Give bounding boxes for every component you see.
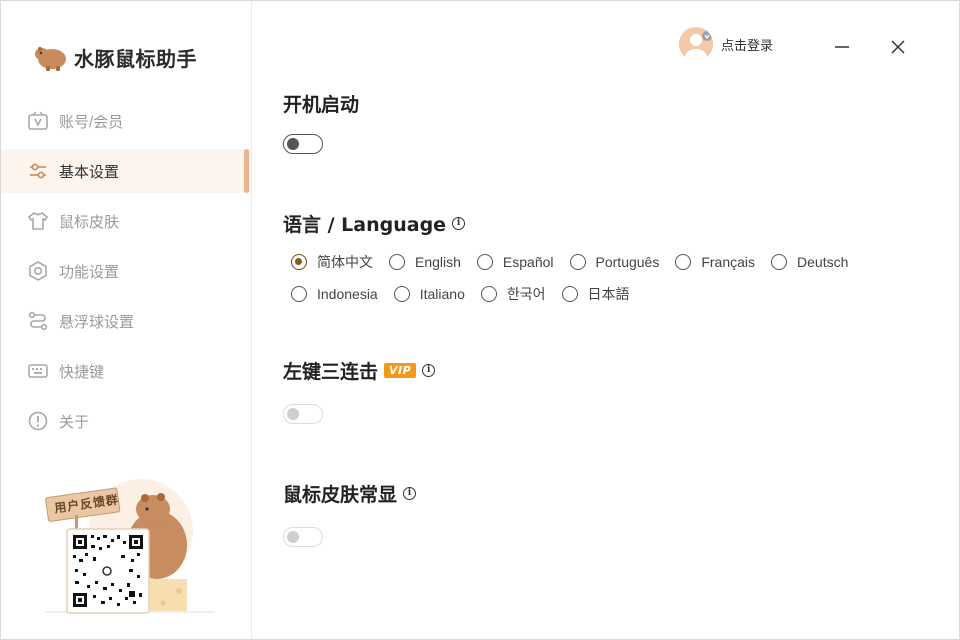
sidebar: 水豚鼠标助手 账号/会员基本设置鼠标皮肤功能设置悬浮球设置快捷键关于 — [1, 1, 252, 639]
info-icon[interactable]: i — [452, 217, 466, 230]
radio-circle — [561, 286, 578, 302]
skin-always-title: 鼠标皮肤常显 i — [283, 480, 417, 507]
app-logo: 水豚鼠标助手 — [34, 41, 197, 73]
info-circle-icon — [27, 410, 49, 432]
radio-circle — [393, 286, 410, 302]
sidebar-item-label: 基本设置 — [59, 163, 120, 181]
language-title: 语言 / Language i — [283, 210, 466, 237]
radio-circle — [771, 254, 788, 270]
radio-circle — [476, 254, 493, 270]
startup-title: 开机启动 — [283, 90, 359, 117]
app-window: 水豚鼠标助手 账号/会员基本设置鼠标皮肤功能设置悬浮球设置快捷键关于 — [0, 0, 960, 640]
sidebar-item-6[interactable]: 关于 — [1, 399, 251, 443]
radio-circle — [569, 254, 586, 270]
language-radio[interactable]: Português — [569, 254, 660, 270]
sidebar-item-label: 悬浮球设置 — [59, 313, 135, 331]
sidebar-item-5[interactable]: 快捷键 — [1, 349, 251, 393]
app-name: 水豚鼠标助手 — [74, 46, 197, 71]
triple-click-title: 左键三连击 VIP i — [283, 357, 436, 384]
language-options-row-1: 简体中文 English Español Português Français Deuts… — [291, 252, 864, 272]
sidebar-item-label: 账号/会员 — [59, 113, 124, 131]
sidebar-item-label: 功能设置 — [59, 263, 120, 281]
radio-circle — [480, 286, 497, 302]
minimize-icon — [835, 46, 849, 48]
radio-label: Español — [502, 254, 554, 270]
info-icon[interactable]: i — [403, 487, 417, 500]
language-radio[interactable]: English — [389, 254, 461, 270]
vip-badge: VIP — [384, 363, 417, 378]
login-button[interactable]: 点击登录 — [679, 27, 773, 61]
toggle-knob — [287, 531, 299, 543]
radio-label: 한국어 — [506, 286, 546, 302]
sidebar-item-label: 鼠标皮肤 — [59, 213, 120, 231]
sidebar-item-label: 快捷键 — [59, 363, 105, 381]
radio-label: Português — [595, 254, 660, 270]
minimize-button[interactable] — [828, 33, 856, 61]
startup-toggle[interactable] — [283, 134, 323, 154]
radio-circle — [291, 254, 307, 270]
language-radio[interactable]: Français — [675, 254, 755, 270]
shirt-icon — [27, 210, 49, 232]
radio-label: Indonesia — [317, 286, 378, 302]
skin-always-title-text: 鼠标皮肤常显 — [283, 484, 398, 506]
radio-label: 日本語 — [587, 286, 630, 302]
member-icon — [27, 110, 49, 132]
radio-circle — [291, 286, 307, 302]
title-bar: 点击登录 — [253, 27, 959, 67]
sidebar-item-0[interactable]: 账号/会员 — [1, 99, 251, 143]
feedback-illustration — [45, 479, 215, 614]
capybara-logo-icon — [35, 46, 66, 71]
triple-click-toggle[interactable] — [283, 404, 323, 424]
triple-click-title-text: 左键三连击 — [283, 361, 379, 383]
hexagon-gear-icon — [27, 260, 49, 282]
skin-always-toggle[interactable] — [283, 527, 323, 547]
language-radio[interactable]: 日本語 — [561, 284, 630, 304]
radio-circle — [389, 254, 405, 270]
login-label: 点击登录 — [721, 37, 774, 53]
sidebar-item-2[interactable]: 鼠标皮肤 — [1, 199, 251, 243]
language-radio[interactable]: Indonesia — [291, 286, 378, 302]
info-icon[interactable]: i — [422, 364, 436, 377]
sidebar-item-1[interactable]: 基本设置 — [1, 149, 251, 193]
radio-label: Italiano — [419, 286, 465, 302]
radio-label: 简体中文 — [317, 254, 373, 270]
language-radio[interactable]: Deutsch — [771, 254, 848, 270]
sidebar-item-label: 关于 — [59, 413, 90, 431]
settings-sliders-icon — [27, 160, 49, 182]
route-icon — [27, 310, 49, 332]
sidebar-item-3[interactable]: 功能设置 — [1, 249, 251, 293]
radio-label: Français — [701, 254, 756, 270]
avatar — [679, 27, 713, 61]
sidebar-item-4[interactable]: 悬浮球设置 — [1, 299, 251, 343]
language-radio[interactable]: Español — [476, 254, 554, 270]
language-options-row-2: Indonesia Italiano 한국어 日本語 — [291, 284, 646, 304]
language-title-text: 语言 / Language — [283, 214, 447, 236]
close-button[interactable] — [884, 33, 912, 61]
close-icon — [891, 40, 905, 54]
toggle-knob — [287, 408, 299, 420]
language-radio[interactable]: 简体中文 — [291, 252, 373, 272]
radio-label: English — [415, 254, 461, 270]
sidebar-nav: 账号/会员基本设置鼠标皮肤功能设置悬浮球设置快捷键关于 — [1, 99, 251, 449]
toggle-knob — [287, 138, 299, 150]
language-radio[interactable]: Italiano — [393, 286, 465, 302]
keyboard-icon — [27, 360, 49, 382]
radio-label: Deutsch — [797, 254, 849, 270]
language-radio[interactable]: 한국어 — [480, 284, 546, 304]
radio-circle — [675, 254, 692, 270]
startup-title-text: 开机启动 — [283, 94, 360, 116]
feedback-group-card[interactable]: 用户反馈群 — [41, 473, 221, 619]
